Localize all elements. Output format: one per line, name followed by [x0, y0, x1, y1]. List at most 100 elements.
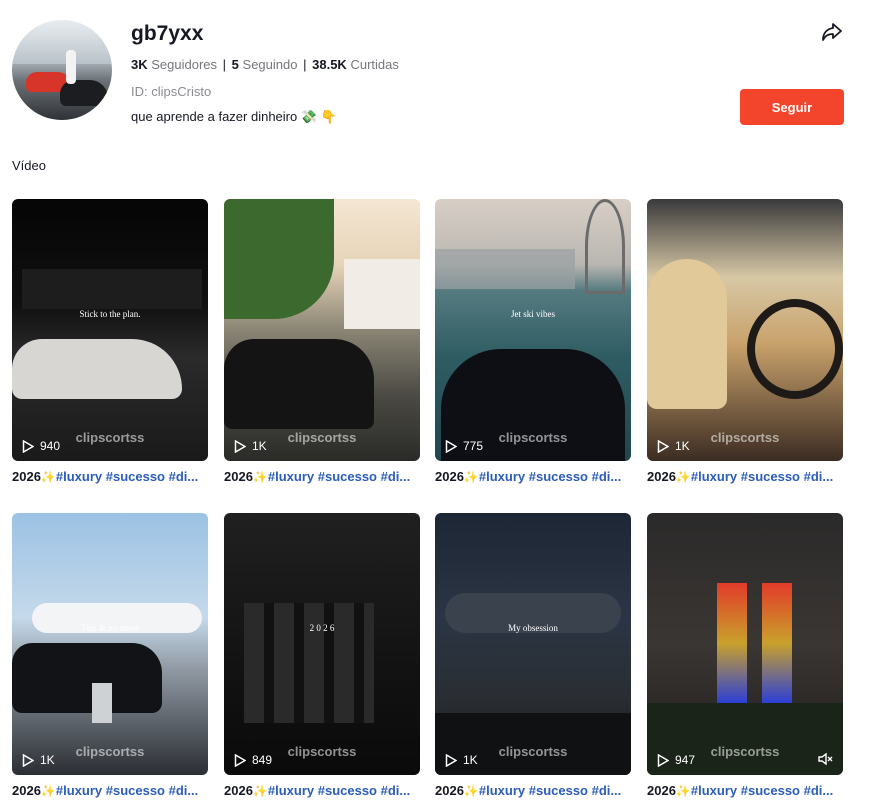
caption-hashtags[interactable]: #luxury #sucesso #di... [268, 783, 410, 798]
sparkles-icon: ✨ [463, 784, 479, 798]
video-caption[interactable]: 2026✨#luxury #sucesso #di... [435, 469, 631, 484]
video-views: 775 [445, 439, 483, 453]
video-card[interactable]: This & no stress clipscortss 1K 2026✨#lu… [12, 513, 208, 798]
video-thumbnail[interactable]: My obsession clipscortss 1K [435, 513, 631, 775]
likes-count: 38.5K [312, 57, 347, 72]
video-thumbnail[interactable]: 2 0 2 6 clipscortss 849 [224, 513, 420, 775]
sparkles-icon: ✨ [40, 784, 56, 798]
caption-hashtags[interactable]: #luxury #sucesso #di... [479, 469, 621, 484]
stats-separator: | [222, 57, 227, 72]
play-icon [22, 439, 34, 453]
view-count: 1K [40, 753, 55, 767]
view-count: 1K [252, 439, 267, 453]
video-views: 1K [22, 753, 55, 767]
profile-bio: que aprende a fazer dinheiro 💸 👇 [131, 109, 337, 124]
video-thumbnail[interactable]: clipscortss 1K [224, 199, 420, 461]
video-overlay-text: Stick to the plan. [79, 309, 141, 320]
tree-foliage [224, 199, 334, 319]
following-label[interactable]: Seguindo [243, 57, 298, 72]
likes-label: Curtidas [350, 57, 399, 72]
video-card[interactable]: clipscortss 1K 2026✨#luxury #sucesso #di… [224, 199, 420, 484]
video-views: 1K [234, 439, 267, 453]
video-card[interactable]: My obsession clipscortss 1K 2026✨#luxury… [435, 513, 631, 798]
video-caption[interactable]: 2026✨#luxury #sucesso #di... [647, 783, 843, 798]
caption-hashtags[interactable]: #luxury #sucesso #di... [56, 783, 198, 798]
caption-hashtags[interactable]: #luxury #sucesso #di... [691, 783, 833, 798]
caption-hashtags[interactable]: #luxury #sucesso #di... [56, 469, 198, 484]
white-car [12, 339, 182, 399]
muted-speaker-icon[interactable] [817, 751, 833, 767]
video-views: 947 [657, 753, 695, 767]
view-count: 849 [252, 753, 273, 767]
video-overlay-text: This & no stress [80, 623, 140, 634]
play-icon [657, 753, 669, 767]
video-card[interactable]: Stick to the plan. clipscortss 940 2026✨… [12, 199, 208, 484]
video-card[interactable]: clipscortss 947 2026✨#luxury #sucesso #d… [647, 513, 843, 798]
caption-hashtags[interactable]: #luxury #sucesso #di... [479, 783, 621, 798]
section-title-video[interactable]: Vídeo [12, 158, 46, 173]
house [344, 259, 420, 329]
video-caption[interactable]: 2026✨#luxury #sucesso #di... [435, 783, 631, 798]
ferris-wheel [585, 199, 625, 294]
play-icon [445, 439, 457, 453]
followers-count: 3K [131, 57, 148, 72]
video-caption[interactable]: 2026✨#luxury #sucesso #di... [224, 469, 420, 484]
steering-wheel [747, 299, 843, 399]
video-caption[interactable]: 2026✨#luxury #sucesso #di... [12, 469, 208, 484]
video-thumbnail[interactable]: Jet ski vibes clipscortss 775 [435, 199, 631, 461]
caption-year: 2026 [224, 469, 253, 484]
video-overlay-text: My obsession [508, 623, 558, 634]
sparkles-icon: ✨ [252, 784, 268, 798]
caption-year: 2026 [12, 783, 41, 798]
video-card[interactable]: clipscortss 1K 2026✨#luxury #sucesso #di… [647, 199, 843, 484]
view-count: 940 [40, 439, 61, 453]
profile-username: gb7yxx [131, 22, 204, 45]
stats-separator: | [303, 57, 307, 72]
caption-year: 2026 [647, 469, 676, 484]
play-icon [234, 753, 246, 767]
caption-hashtags[interactable]: #luxury #sucesso #di... [268, 469, 410, 484]
video-thumbnail[interactable]: clipscortss 1K [647, 199, 843, 461]
view-count: 947 [675, 753, 696, 767]
video-views: 1K [657, 439, 690, 453]
sparkles-icon: ✨ [675, 784, 691, 798]
black-supercar [224, 339, 374, 429]
video-thumbnail[interactable]: This & no stress clipscortss 1K [12, 513, 208, 775]
video-card[interactable]: 2 0 2 6 clipscortss 849 2026✨#luxury #su… [224, 513, 420, 798]
avatar-person [66, 50, 76, 84]
play-icon [657, 439, 669, 453]
caption-year: 2026 [647, 783, 676, 798]
caption-year: 2026 [12, 469, 41, 484]
view-count: 1K [463, 753, 478, 767]
video-overlay-text: 2 0 2 6 [309, 623, 335, 634]
view-count: 775 [463, 439, 484, 453]
play-icon [234, 439, 246, 453]
video-caption[interactable]: 2026✨#luxury #sucesso #di... [647, 469, 843, 484]
play-icon [445, 753, 457, 767]
sparkles-icon: ✨ [40, 470, 56, 484]
following-count: 5 [231, 57, 239, 72]
caption-hashtags[interactable]: #luxury #sucesso #di... [691, 469, 833, 484]
video-caption[interactable]: 2026✨#luxury #sucesso #di... [224, 783, 420, 798]
profile-id: ID: clipsCristo [131, 84, 212, 99]
view-count: 1K [675, 439, 690, 453]
building-silhouette [22, 269, 202, 309]
blonde-hair [647, 259, 727, 409]
video-card[interactable]: Jet ski vibes clipscortss 775 2026✨#luxu… [435, 199, 631, 484]
luggage [92, 683, 112, 723]
video-thumbnail[interactable]: Stick to the plan. clipscortss 940 [12, 199, 208, 461]
video-caption[interactable]: 2026✨#luxury #sucesso #di... [12, 783, 208, 798]
skyline [435, 249, 575, 289]
followers-label[interactable]: Seguidores [151, 57, 217, 72]
play-icon [22, 753, 34, 767]
video-thumbnail[interactable]: clipscortss 947 [647, 513, 843, 775]
garage-shelves [244, 603, 374, 723]
tower-right [762, 583, 792, 703]
profile-avatar[interactable] [12, 20, 112, 120]
avatar-background [12, 20, 112, 64]
avatar-black-car [60, 80, 108, 106]
share-icon[interactable] [820, 20, 844, 44]
follow-button[interactable]: Seguir [740, 89, 844, 125]
caption-year: 2026 [435, 783, 464, 798]
black-car [12, 643, 162, 713]
